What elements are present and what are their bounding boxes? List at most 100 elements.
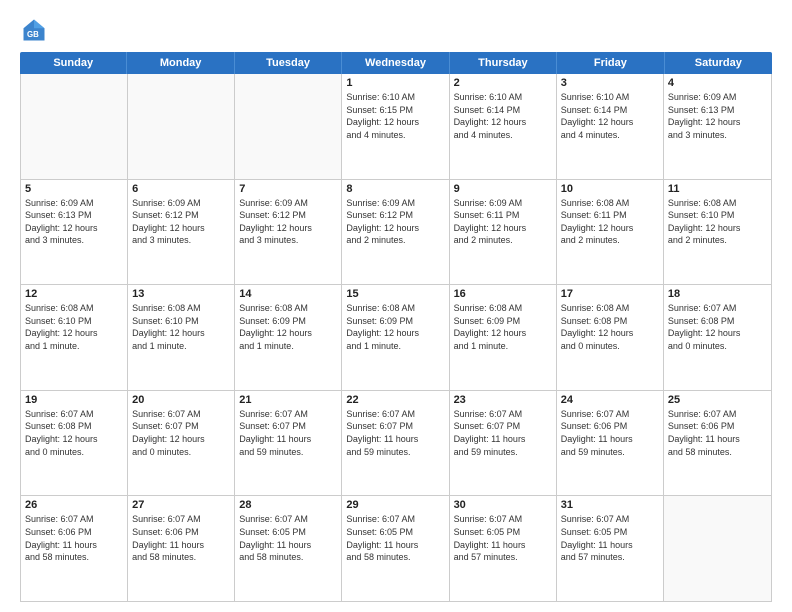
cell-info: Sunrise: 6:08 AMSunset: 6:10 PMDaylight:…	[668, 197, 767, 247]
cal-cell: 25Sunrise: 6:07 AMSunset: 6:06 PMDayligh…	[664, 391, 771, 496]
cal-cell: 11 Sunrise: 6:08 AMSunset: 6:10 PMDayligh…	[664, 180, 771, 285]
header-day-saturday: Saturday	[665, 52, 772, 74]
cell-info: Sunrise: 6:07 AMSunset: 6:06 PMDaylight:…	[132, 513, 230, 563]
cell-info: Sunrise: 6:07 AMSunset: 6:06 PMDaylight:…	[561, 408, 659, 458]
cal-cell: 10 Sunrise: 6:08 AMSunset: 6:11 PMDayligh…	[557, 180, 664, 285]
cal-cell: 24 Sunrise: 6:07 AMSunset: 6:06 PMDayligh…	[557, 391, 664, 496]
day-number: 3	[561, 77, 659, 89]
day-number: 21	[239, 394, 337, 406]
week-row-4: 19Sunrise: 6:07 AMSunset: 6:08 PMDayligh…	[21, 391, 771, 497]
cell-info: Sunrise: 6:07 AMSunset: 6:08 PMDaylight:…	[25, 408, 123, 458]
cell-info: Sunrise: 6:07 AMSunset: 6:05 PMDaylight:…	[346, 513, 444, 563]
cal-cell: 4 Sunrise: 6:09 AMSunset: 6:13 PMDaylight…	[664, 74, 771, 179]
cal-cell: 5 Sunrise: 6:09 AMSunset: 6:13 PMDaylight…	[21, 180, 128, 285]
day-number: 26	[25, 499, 123, 511]
calendar-header: SundayMondayTuesdayWednesdayThursdayFrid…	[20, 52, 772, 74]
day-number: 20	[132, 394, 230, 406]
cal-cell: 23Sunrise: 6:07 AMSunset: 6:07 PMDayligh…	[450, 391, 557, 496]
day-number: 16	[454, 288, 552, 300]
cell-info: Sunrise: 6:07 AMSunset: 6:06 PMDaylight:…	[668, 408, 767, 458]
cal-cell: 26 Sunrise: 6:07 AMSunset: 6:06 PMDayligh…	[21, 496, 128, 601]
cal-cell: 16 Sunrise: 6:08 AMSunset: 6:09 PMDayligh…	[450, 285, 557, 390]
day-number: 7	[239, 183, 337, 195]
cal-cell: 3 Sunrise: 6:10 AMSunset: 6:14 PMDaylight…	[557, 74, 664, 179]
cal-cell: 30 Sunrise: 6:07 AMSunset: 6:05 PMDayligh…	[450, 496, 557, 601]
cell-info: Sunrise: 6:08 AMSunset: 6:10 PMDaylight:…	[132, 302, 230, 352]
cell-info: Sunrise: 6:09 AMSunset: 6:13 PMDaylight:…	[668, 91, 767, 141]
cal-cell: 21 Sunrise: 6:07 AMSunset: 6:07 PMDayligh…	[235, 391, 342, 496]
day-number: 13	[132, 288, 230, 300]
week-row-2: 5 Sunrise: 6:09 AMSunset: 6:13 PMDaylight…	[21, 180, 771, 286]
cal-cell: 14Sunrise: 6:08 AMSunset: 6:09 PMDayligh…	[235, 285, 342, 390]
cell-info: Sunrise: 6:07 AMSunset: 6:05 PMDaylight:…	[561, 513, 659, 563]
calendar-body: 1Sunrise: 6:10 AMSunset: 6:15 PMDaylight…	[20, 74, 772, 602]
header: GB	[20, 16, 772, 44]
cell-info: Sunrise: 6:08 AMSunset: 6:10 PMDaylight:…	[25, 302, 123, 352]
cell-info: Sunrise: 6:07 AMSunset: 6:07 PMDaylight:…	[132, 408, 230, 458]
day-number: 8	[346, 183, 444, 195]
day-number: 4	[668, 77, 767, 89]
cal-cell: 8 Sunrise: 6:09 AMSunset: 6:12 PMDaylight…	[342, 180, 449, 285]
day-number: 28	[239, 499, 337, 511]
header-day-friday: Friday	[557, 52, 664, 74]
day-number: 24	[561, 394, 659, 406]
cal-cell: 31Sunrise: 6:07 AMSunset: 6:05 PMDayligh…	[557, 496, 664, 601]
cal-cell: 12 Sunrise: 6:08 AMSunset: 6:10 PMDayligh…	[21, 285, 128, 390]
cell-info: Sunrise: 6:09 AMSunset: 6:11 PMDaylight:…	[454, 197, 552, 247]
cal-cell: 20 Sunrise: 6:07 AMSunset: 6:07 PMDayligh…	[128, 391, 235, 496]
day-number: 10	[561, 183, 659, 195]
cal-cell	[128, 74, 235, 179]
cell-info: Sunrise: 6:09 AMSunset: 6:13 PMDaylight:…	[25, 197, 123, 247]
cell-info: Sunrise: 6:10 AMSunset: 6:14 PMDaylight:…	[561, 91, 659, 141]
header-day-monday: Monday	[127, 52, 234, 74]
day-number: 18	[668, 288, 767, 300]
cell-info: Sunrise: 6:07 AMSunset: 6:05 PMDaylight:…	[454, 513, 552, 563]
cell-info: Sunrise: 6:10 AMSunset: 6:14 PMDaylight:…	[454, 91, 552, 141]
cal-cell	[235, 74, 342, 179]
cal-cell: 27 Sunrise: 6:07 AMSunset: 6:06 PMDayligh…	[128, 496, 235, 601]
cal-cell: 2 Sunrise: 6:10 AMSunset: 6:14 PMDaylight…	[450, 74, 557, 179]
day-number: 5	[25, 183, 123, 195]
cal-cell: 6 Sunrise: 6:09 AMSunset: 6:12 PMDaylight…	[128, 180, 235, 285]
cal-cell: 29Sunrise: 6:07 AMSunset: 6:05 PMDayligh…	[342, 496, 449, 601]
cell-info: Sunrise: 6:08 AMSunset: 6:09 PMDaylight:…	[346, 302, 444, 352]
cell-info: Sunrise: 6:08 AMSunset: 6:08 PMDaylight:…	[561, 302, 659, 352]
week-row-1: 1Sunrise: 6:10 AMSunset: 6:15 PMDaylight…	[21, 74, 771, 180]
logo-icon: GB	[20, 16, 48, 44]
cal-cell: 17 Sunrise: 6:08 AMSunset: 6:08 PMDayligh…	[557, 285, 664, 390]
day-number: 2	[454, 77, 552, 89]
day-number: 27	[132, 499, 230, 511]
day-number: 22	[346, 394, 444, 406]
cal-cell: 22 Sunrise: 6:07 AMSunset: 6:07 PMDayligh…	[342, 391, 449, 496]
cell-info: Sunrise: 6:07 AMSunset: 6:06 PMDaylight:…	[25, 513, 123, 563]
day-number: 30	[454, 499, 552, 511]
cal-cell: 15Sunrise: 6:08 AMSunset: 6:09 PMDayligh…	[342, 285, 449, 390]
calendar: SundayMondayTuesdayWednesdayThursdayFrid…	[20, 52, 772, 602]
cell-info: Sunrise: 6:09 AMSunset: 6:12 PMDaylight:…	[132, 197, 230, 247]
header-day-wednesday: Wednesday	[342, 52, 449, 74]
cal-cell: 28 Sunrise: 6:07 AMSunset: 6:05 PMDayligh…	[235, 496, 342, 601]
cal-cell	[21, 74, 128, 179]
cell-info: Sunrise: 6:08 AMSunset: 6:11 PMDaylight:…	[561, 197, 659, 247]
week-row-5: 26 Sunrise: 6:07 AMSunset: 6:06 PMDayligh…	[21, 496, 771, 601]
cell-info: Sunrise: 6:09 AMSunset: 6:12 PMDaylight:…	[346, 197, 444, 247]
cal-cell: 13 Sunrise: 6:08 AMSunset: 6:10 PMDayligh…	[128, 285, 235, 390]
day-number: 11	[668, 183, 767, 195]
cell-info: Sunrise: 6:07 AMSunset: 6:05 PMDaylight:…	[239, 513, 337, 563]
cell-info: Sunrise: 6:07 AMSunset: 6:07 PMDaylight:…	[454, 408, 552, 458]
header-day-thursday: Thursday	[450, 52, 557, 74]
cell-info: Sunrise: 6:08 AMSunset: 6:09 PMDaylight:…	[239, 302, 337, 352]
cell-info: Sunrise: 6:08 AMSunset: 6:09 PMDaylight:…	[454, 302, 552, 352]
logo: GB	[20, 16, 52, 44]
day-number: 6	[132, 183, 230, 195]
cell-info: Sunrise: 6:07 AMSunset: 6:07 PMDaylight:…	[346, 408, 444, 458]
day-number: 12	[25, 288, 123, 300]
cal-cell: 7Sunrise: 6:09 AMSunset: 6:12 PMDaylight…	[235, 180, 342, 285]
page: GB SundayMondayTuesdayWednesdayThursdayF…	[0, 0, 792, 612]
week-row-3: 12 Sunrise: 6:08 AMSunset: 6:10 PMDayligh…	[21, 285, 771, 391]
cell-info: Sunrise: 6:07 AMSunset: 6:07 PMDaylight:…	[239, 408, 337, 458]
day-number: 1	[346, 77, 444, 89]
day-number: 17	[561, 288, 659, 300]
cal-cell: 18Sunrise: 6:07 AMSunset: 6:08 PMDayligh…	[664, 285, 771, 390]
svg-text:GB: GB	[27, 30, 39, 39]
